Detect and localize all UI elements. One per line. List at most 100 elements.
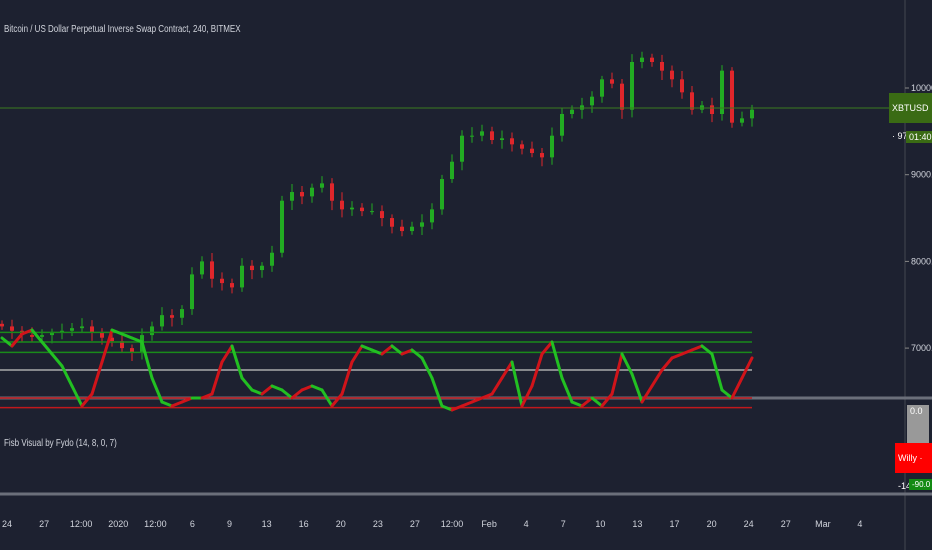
candle xyxy=(90,326,94,333)
candle xyxy=(330,183,334,201)
candle xyxy=(740,118,744,123)
oscillator-segment xyxy=(460,400,474,408)
oscillator-segment xyxy=(240,376,254,392)
candle xyxy=(590,96,594,106)
candle xyxy=(400,226,404,232)
candle xyxy=(190,274,194,310)
candle xyxy=(560,114,564,136)
time-tick-label: 4 xyxy=(857,519,862,529)
time-tick-label: 17 xyxy=(669,519,679,529)
candle xyxy=(460,135,464,162)
candle xyxy=(230,283,234,288)
candle xyxy=(630,61,634,110)
time-tick-label: 24 xyxy=(2,519,12,529)
time-tick-label: 2020 xyxy=(108,519,128,529)
candle xyxy=(470,135,474,137)
oscillator-segment xyxy=(310,384,324,392)
indicator-axis-top: 0.0 xyxy=(907,405,929,447)
oscillator-segment xyxy=(440,404,454,412)
time-tick-label: 23 xyxy=(373,519,383,529)
countdown-label: 01:40:13 xyxy=(906,131,932,143)
candle xyxy=(490,131,494,141)
candle xyxy=(240,265,244,288)
candle xyxy=(370,211,374,213)
price-tick-label: 10000.0 xyxy=(911,83,932,93)
time-tick-label: 20 xyxy=(336,519,346,529)
time-tick-label: 7 xyxy=(561,519,566,529)
candle xyxy=(520,144,524,149)
candle xyxy=(220,278,224,284)
candle xyxy=(550,135,554,158)
candle xyxy=(390,218,394,227)
candle xyxy=(40,335,44,337)
candle xyxy=(310,187,314,197)
oscillator-segment xyxy=(520,384,534,408)
candle xyxy=(680,79,684,93)
oscillator-segment xyxy=(710,352,724,392)
oscillator-segment xyxy=(90,360,104,396)
candle xyxy=(690,92,694,110)
time-tick-label: 6 xyxy=(190,519,195,529)
candle xyxy=(200,261,204,275)
time-tick-label: 27 xyxy=(39,519,49,529)
oscillator-segment xyxy=(50,352,64,368)
candle xyxy=(160,315,164,327)
oscillator-segment xyxy=(270,384,284,392)
candle xyxy=(670,70,674,80)
time-tick-label: 24 xyxy=(744,519,754,529)
time-tick-label: 9 xyxy=(227,519,232,529)
candle xyxy=(300,192,304,197)
candle xyxy=(620,83,624,110)
indicator-title[interactable]: Fisb Visual by Fydo (14, 8, 0, 7) xyxy=(4,438,117,449)
candle xyxy=(410,226,414,232)
oscillator-segment xyxy=(400,348,414,356)
time-tick-label: 10 xyxy=(595,519,605,529)
candle xyxy=(180,309,184,318)
oscillator-segment xyxy=(360,344,374,352)
time-tick-label: 13 xyxy=(262,519,272,529)
candle xyxy=(380,211,384,219)
candle xyxy=(600,79,604,97)
oscillator-segment xyxy=(70,384,84,408)
time-axis[interactable]: 24 27 12:00 2020 12:00 6 9 13 16 20 23 27 12:00 Feb 4 7… xyxy=(2,519,862,529)
candle xyxy=(480,131,484,136)
oscillator-segment xyxy=(220,344,234,364)
time-tick-label: 20 xyxy=(707,519,717,529)
oscillator-segment xyxy=(420,356,434,380)
time-tick-label: 12:00 xyxy=(441,519,464,529)
oscillator-segment xyxy=(340,360,354,396)
time-tick-label: Feb xyxy=(481,519,497,529)
candle xyxy=(730,70,734,123)
oscillator-segment xyxy=(170,400,184,408)
oscillator-segment xyxy=(370,348,384,356)
candle xyxy=(570,109,574,115)
oscillator-segment xyxy=(660,356,674,372)
candle xyxy=(270,252,274,266)
candle xyxy=(610,79,614,84)
time-tick-label: 27 xyxy=(410,519,420,529)
oscillator-segment xyxy=(20,328,34,336)
oscillator-segment xyxy=(260,384,274,396)
time-tick-label: Mar xyxy=(815,519,831,529)
oscillator-segment xyxy=(730,376,744,400)
candle xyxy=(320,183,324,188)
candle xyxy=(350,207,354,210)
candle xyxy=(100,332,104,338)
oscillator-segment xyxy=(160,400,174,408)
oscillator-segment xyxy=(690,344,704,352)
oscillator-segment xyxy=(670,352,684,360)
candle xyxy=(360,207,364,212)
oscillator-segment xyxy=(650,368,664,388)
candle xyxy=(540,153,544,158)
candle xyxy=(30,335,34,337)
time-tick-label: 16 xyxy=(299,519,309,529)
price-tick-label: 7000.0 xyxy=(911,343,932,353)
time-tick-label: 12:00 xyxy=(144,519,167,529)
price-chart[interactable]: 10000.09000.08000.07000.0 242712:0020201… xyxy=(0,0,932,550)
candle xyxy=(150,326,154,336)
oscillator-segment xyxy=(610,352,624,396)
oscillator-segment xyxy=(600,392,614,408)
oscillator-segment xyxy=(120,332,134,340)
oscillator-segment xyxy=(640,384,654,404)
candle xyxy=(450,161,454,180)
